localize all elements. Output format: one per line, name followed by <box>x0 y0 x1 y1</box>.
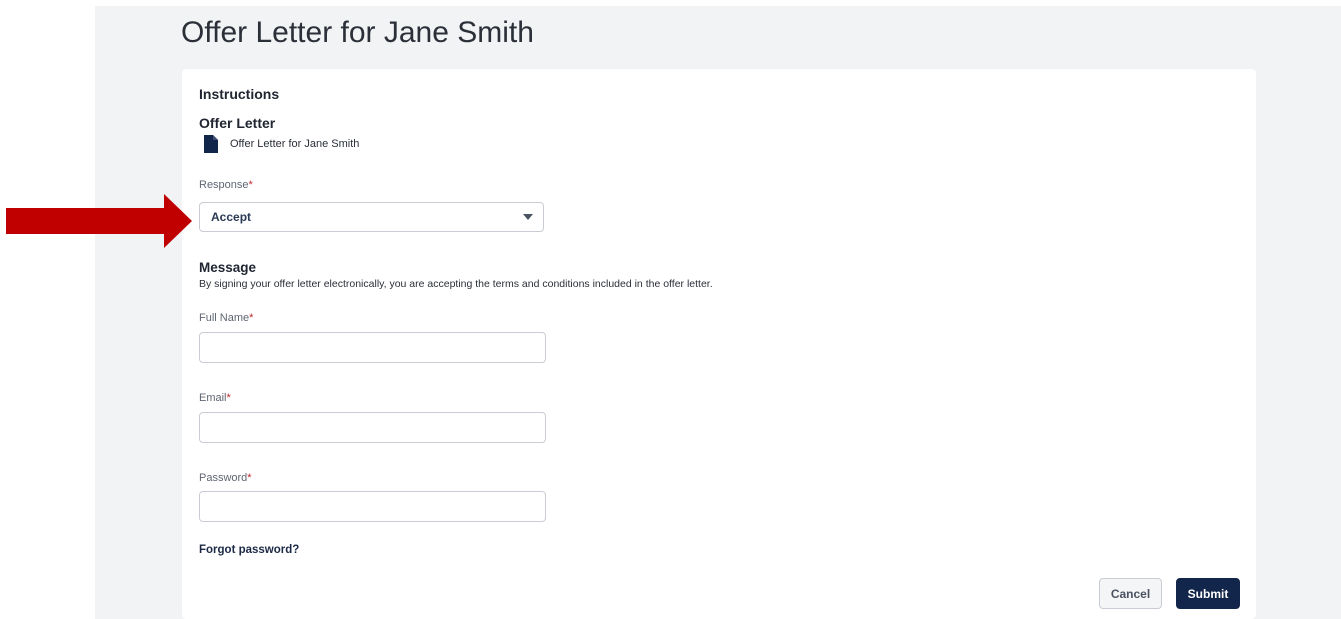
submit-button[interactable]: Submit <box>1176 578 1240 609</box>
full-name-label-text: Full Name <box>199 312 250 324</box>
email-input[interactable] <box>199 412 546 443</box>
required-mark: * <box>226 392 231 404</box>
full-name-label: Full Name* <box>199 312 253 324</box>
forgot-password-link[interactable]: Forgot password? <box>199 544 299 556</box>
message-description: By signing your offer letter electronica… <box>199 278 713 290</box>
password-label-text: Password <box>199 472 248 484</box>
required-mark: * <box>249 312 254 324</box>
full-name-input[interactable] <box>199 332 546 363</box>
offer-letter-document-link[interactable]: Offer Letter for Jane Smith <box>204 135 359 153</box>
required-mark: * <box>248 179 253 191</box>
password-input[interactable] <box>199 491 546 522</box>
response-label: Response* <box>199 179 253 191</box>
password-label: Password* <box>199 472 252 484</box>
email-label: Email* <box>199 392 231 404</box>
arrow-right-icon <box>6 194 192 248</box>
offer-letter-card: Instructions Offer Letter Offer Letter f… <box>182 69 1256 619</box>
response-select[interactable]: Accept <box>199 202 544 232</box>
required-mark: * <box>247 472 252 484</box>
instructions-heading: Instructions <box>199 86 280 102</box>
response-selected-value: Accept <box>211 210 252 224</box>
cancel-button[interactable]: Cancel <box>1099 578 1162 609</box>
document-icon <box>204 135 218 153</box>
page: Offer Letter for Jane Smith Instructions… <box>0 0 1341 619</box>
response-label-text: Response <box>199 179 249 191</box>
chevron-down-icon <box>523 214 533 220</box>
email-label-text: Email <box>199 392 227 404</box>
message-heading: Message <box>199 260 257 275</box>
page-title: Offer Letter for Jane Smith <box>181 16 534 49</box>
offer-letter-heading: Offer Letter <box>199 115 276 131</box>
document-link-label: Offer Letter for Jane Smith <box>230 138 360 150</box>
